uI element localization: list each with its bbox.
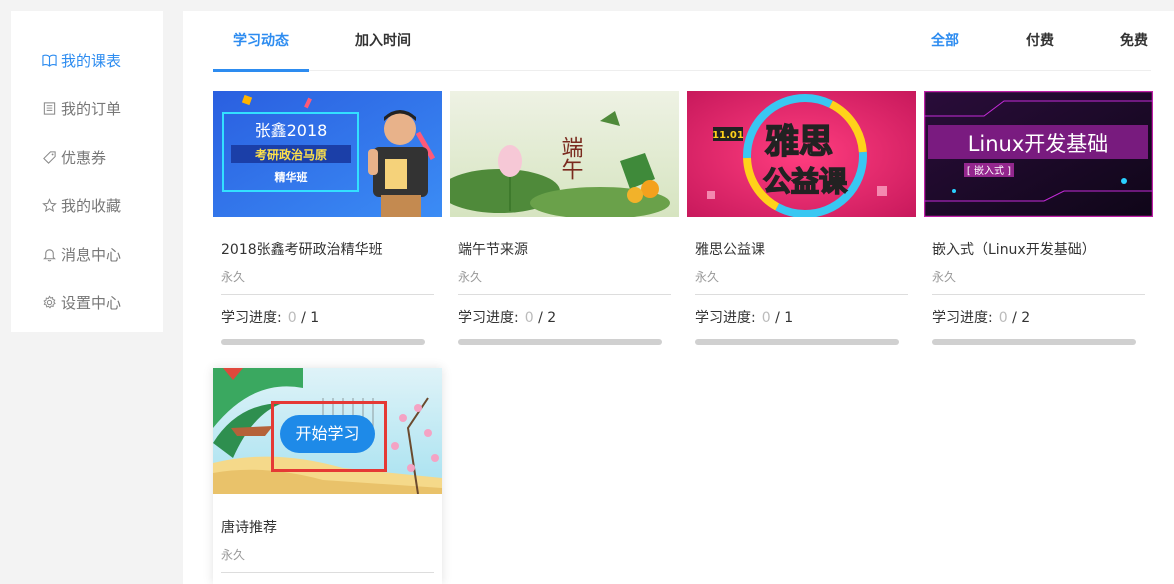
course-duration: 永久 xyxy=(221,270,246,284)
course-title[interactable]: 唐诗推荐 xyxy=(221,519,434,537)
course-card[interactable]: Linux开发基础 [ 嵌入式 ] 嵌入式（Linux开发基础） 永久 学习进度… xyxy=(924,91,1153,345)
sidebar-item-favorites[interactable]: 我的收藏 xyxy=(11,182,163,231)
course-thumbnail[interactable]: 11.01 雅思 公益课 xyxy=(687,91,916,217)
progress-bar xyxy=(932,339,1136,345)
progress-total: / 2 xyxy=(538,310,557,326)
sidebar-item-my-orders[interactable]: 我的订单 xyxy=(11,85,163,134)
sidebar-item-messages[interactable]: 消息中心 xyxy=(11,230,163,279)
filter-free[interactable]: 免费 xyxy=(1120,11,1148,71)
course-thumbnail[interactable]: Linux开发基础 [ 嵌入式 ] xyxy=(924,91,1153,217)
thumb-text: 雅思 xyxy=(765,122,833,162)
progress-total: / 2 xyxy=(1012,310,1031,326)
progress-text: 学习进度: 0 / 1 xyxy=(221,309,434,327)
thumb-text: 公益课 xyxy=(763,165,848,198)
card-divider xyxy=(932,294,1145,295)
sidebar-item-coupons[interactable]: 优惠券 xyxy=(11,133,163,182)
sidebar-item-label: 设置中心 xyxy=(61,294,122,313)
sidebar-item-my-schedule[interactable]: 我的课表 xyxy=(11,36,163,85)
gear-icon xyxy=(41,295,57,311)
tab-study-activity[interactable]: 学习动态 xyxy=(213,11,309,72)
course-title[interactable]: 端午节来源 xyxy=(458,241,671,259)
progress-done: 0 xyxy=(287,310,297,326)
course-card[interactable]: 端午 端午节来源 永久 学习进度: 0 / 2 xyxy=(450,91,679,345)
progress-label: 学习进度: xyxy=(458,310,519,326)
progress-text: 学习进度: 0 / 1 xyxy=(695,309,908,327)
sidebar-item-label: 我的订单 xyxy=(61,100,122,119)
course-thumbnail[interactable]: 开始学习 xyxy=(213,368,442,494)
thumb-text: 11.01 xyxy=(712,130,744,141)
thumb-text: 精华班 xyxy=(275,170,308,184)
main-panel: 学习动态 加入时间 全部 付费 免费 张鑫2018 考研政治马原 精华班 201… xyxy=(183,11,1174,584)
course-duration: 永久 xyxy=(221,548,246,562)
tab-join-time[interactable]: 加入时间 xyxy=(338,11,428,71)
course-thumbnail[interactable]: 张鑫2018 考研政治马原 精华班 xyxy=(213,91,442,217)
tab-bar: 学习动态 加入时间 全部 付费 免费 xyxy=(213,11,1151,72)
progress-done: 0 xyxy=(761,310,771,326)
course-duration: 永久 xyxy=(695,270,720,284)
order-icon xyxy=(41,101,57,117)
progress-done: 0 xyxy=(998,310,1008,326)
progress-label: 学习进度: xyxy=(932,310,993,326)
progress-done: 0 xyxy=(524,310,534,326)
filter-all[interactable]: 全部 xyxy=(931,11,959,71)
bell-icon xyxy=(41,246,57,262)
progress-text: 学习进度: 0 / 2 xyxy=(458,309,671,327)
course-card[interactable]: 张鑫2018 考研政治马原 精华班 2018张鑫考研政治精华班 永久 学习进度:… xyxy=(213,91,442,345)
sidebar-item-settings[interactable]: 设置中心 xyxy=(11,279,163,328)
progress-label: 学习进度: xyxy=(695,310,756,326)
course-duration: 永久 xyxy=(458,270,483,284)
sidebar-item-label: 我的收藏 xyxy=(61,197,122,216)
filter-paid[interactable]: 付费 xyxy=(1026,11,1054,71)
course-card[interactable]: 开始学习 唐诗推荐 永久 xyxy=(213,368,442,584)
thumb-text: 端午 xyxy=(558,136,584,180)
progress-total: / 1 xyxy=(775,310,794,326)
card-divider xyxy=(458,294,671,295)
thumb-text: Linux开发基础 xyxy=(968,132,1109,156)
course-thumbnail[interactable]: 端午 xyxy=(450,91,679,217)
course-duration: 永久 xyxy=(932,270,957,284)
progress-label: 学习进度: xyxy=(221,310,282,326)
course-title[interactable]: 嵌入式（Linux开发基础） xyxy=(932,241,1145,259)
sidebar: 我的课表 我的订单 优惠券 我的收藏 消息中心 设置中心 xyxy=(11,11,163,332)
progress-total: / 1 xyxy=(301,310,320,326)
course-card[interactable]: 11.01 雅思 公益课 雅思公益课 永久 学习进度: 0 / 1 xyxy=(687,91,916,345)
sidebar-item-label: 我的课表 xyxy=(61,51,122,70)
thumb-text: 考研政治马原 xyxy=(255,147,327,162)
sidebar-item-label: 优惠券 xyxy=(61,148,107,167)
progress-bar xyxy=(695,339,899,345)
tag-icon xyxy=(41,149,57,165)
course-title[interactable]: 2018张鑫考研政治精华班 xyxy=(221,241,434,259)
thumb-text: [ 嵌入式 ] xyxy=(967,164,1011,177)
card-divider xyxy=(221,572,434,573)
start-learning-button[interactable]: 开始学习 xyxy=(280,415,375,453)
progress-text: 学习进度: 0 / 2 xyxy=(932,309,1145,327)
star-icon xyxy=(41,198,57,214)
course-title[interactable]: 雅思公益课 xyxy=(695,241,908,259)
thumb-text: 张鑫2018 xyxy=(255,121,328,140)
sidebar-item-label: 消息中心 xyxy=(61,245,122,264)
card-divider xyxy=(221,294,434,295)
progress-bar xyxy=(221,339,425,345)
book-icon xyxy=(41,52,57,68)
progress-bar xyxy=(458,339,662,345)
card-divider xyxy=(695,294,908,295)
